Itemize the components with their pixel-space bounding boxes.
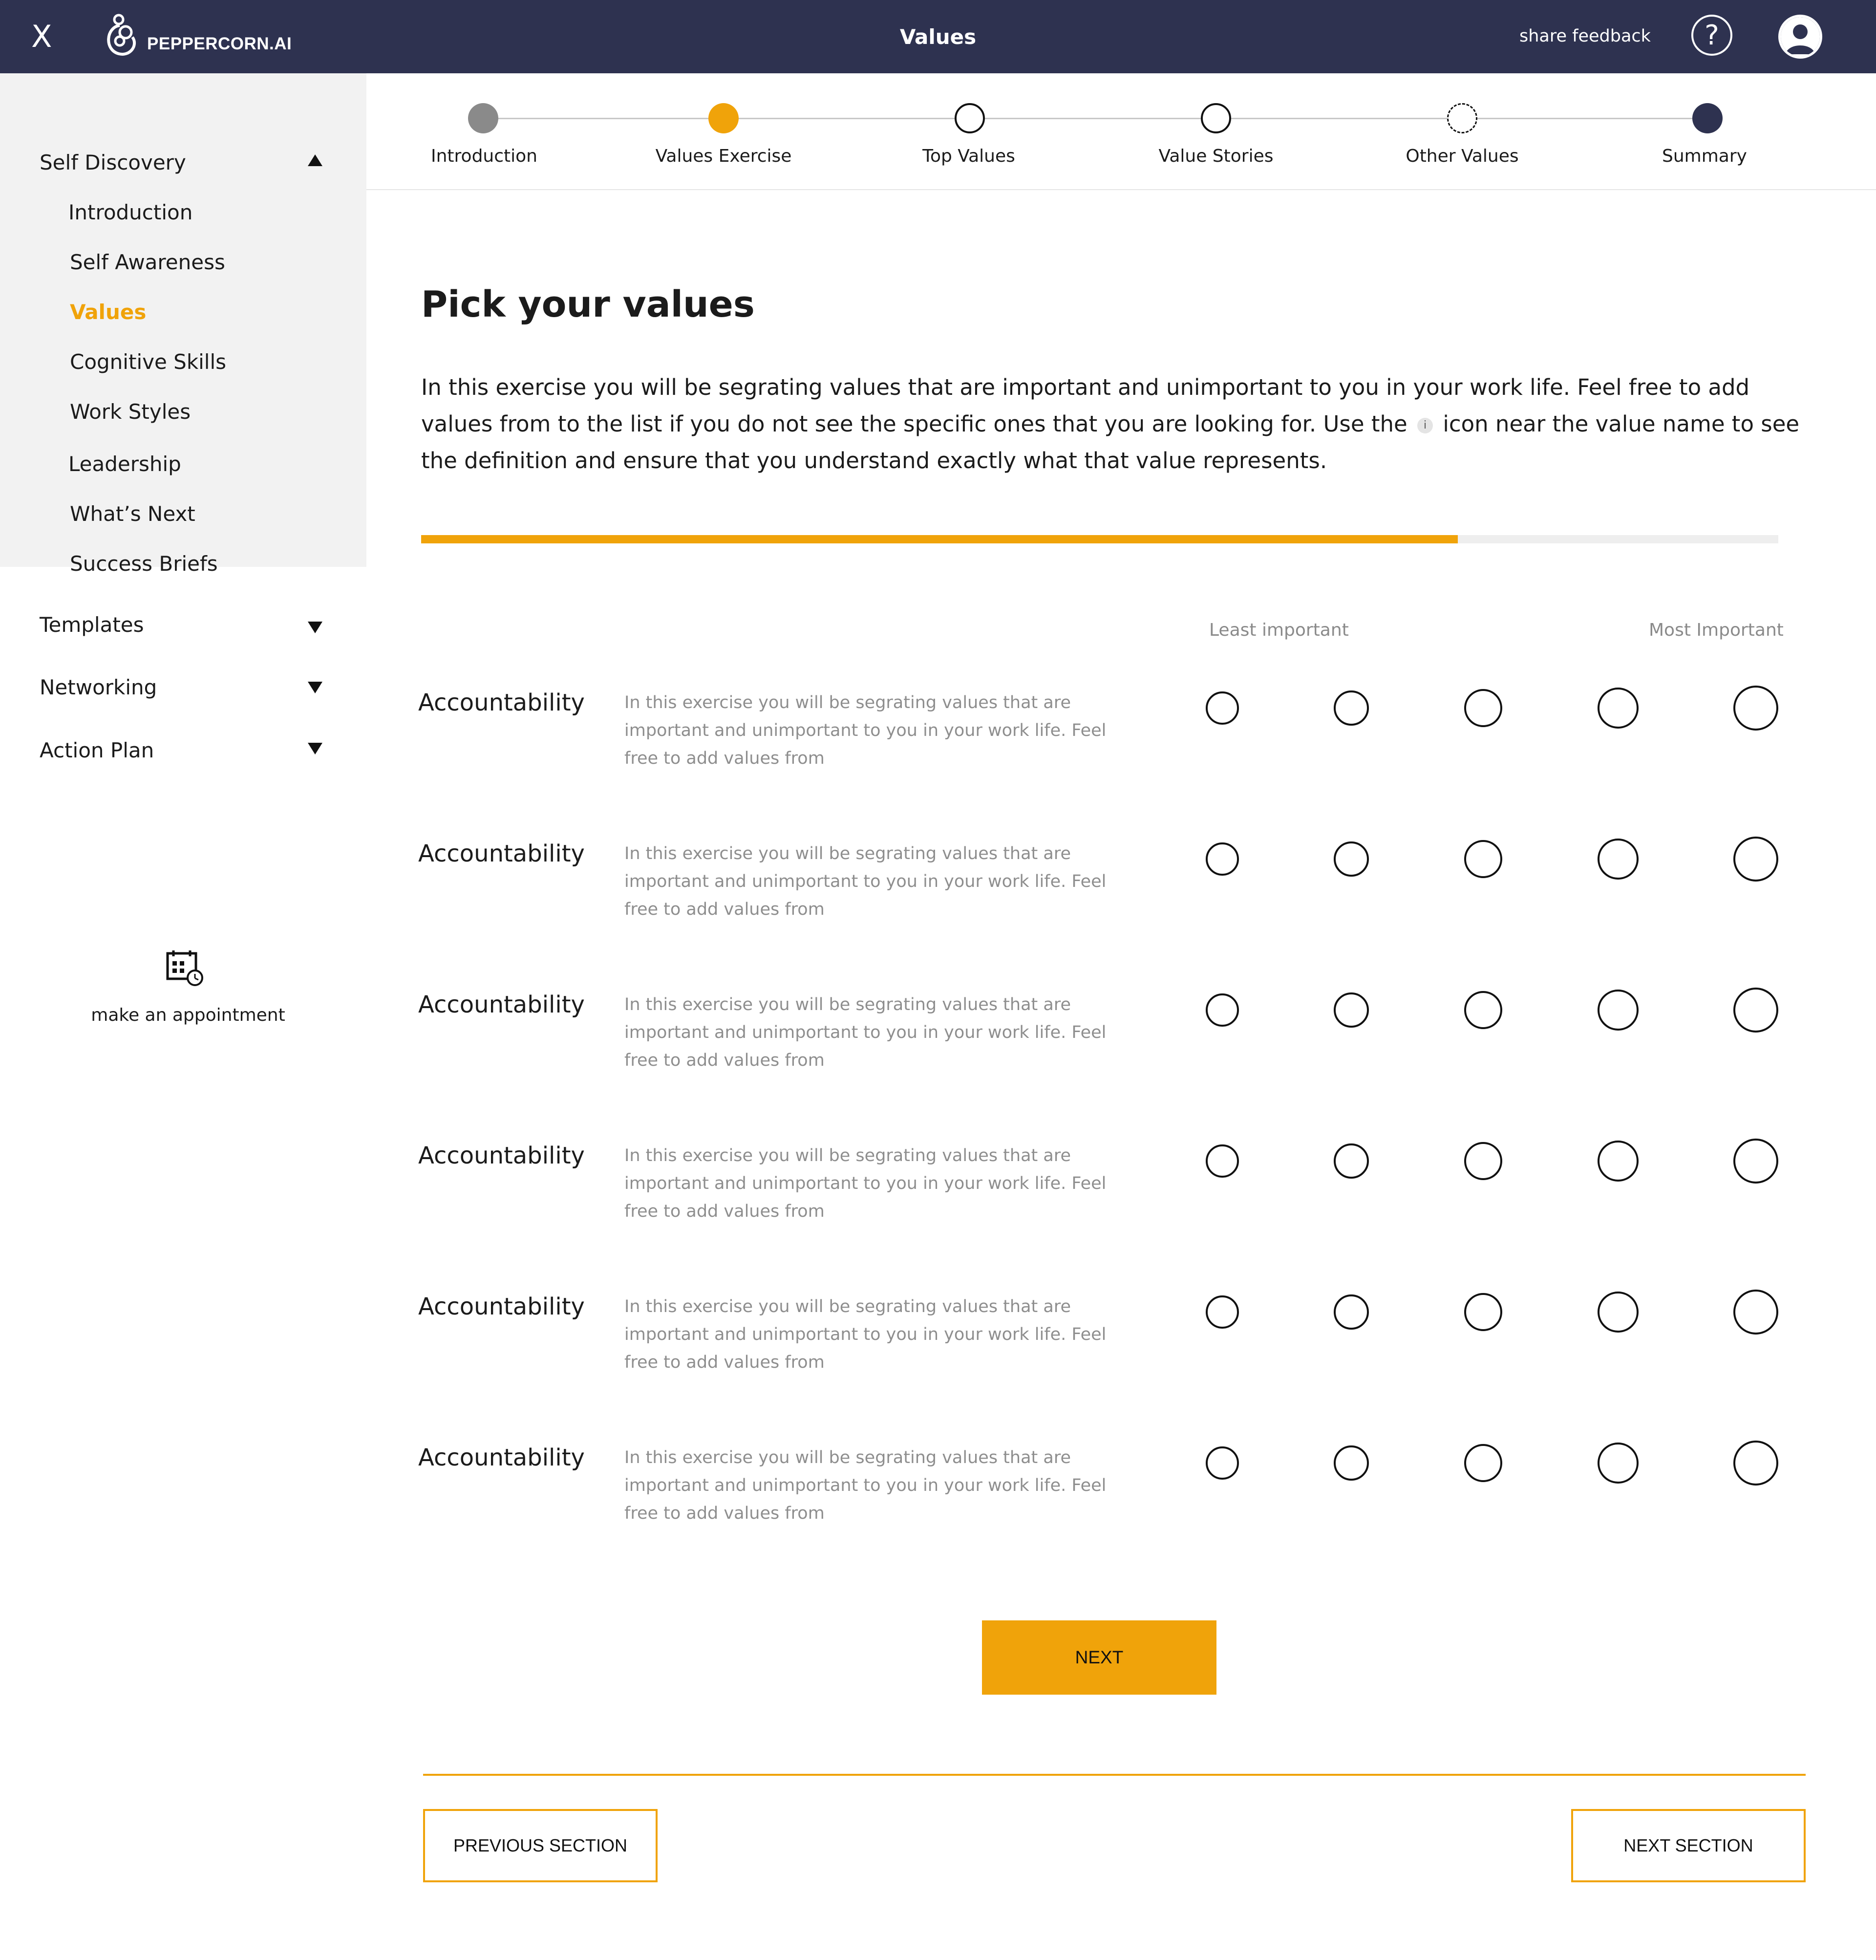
step-label-introduction[interactable]: Introduction (386, 145, 582, 168)
importance-radio-1[interactable] (1206, 993, 1239, 1027)
sidebar-item-leadership[interactable]: Leadership (68, 452, 181, 477)
help-icon[interactable]: ? (1691, 15, 1732, 56)
progress-bar (421, 535, 1778, 543)
user-avatar-icon[interactable] (1778, 15, 1822, 59)
value-name: Accountability (418, 1293, 585, 1320)
sidebar-section-action-plan[interactable]: Action Plan (40, 738, 154, 763)
chevron-down-icon[interactable] (308, 682, 322, 693)
value-name: Accountability (418, 1142, 585, 1169)
step-label-values-exercise[interactable]: Values Exercise (626, 145, 821, 168)
top-bar: X PEPPERCORN.AI Values share feedback ? (0, 0, 1876, 73)
step-dot-value-stories[interactable] (1201, 103, 1231, 133)
section-divider (423, 1774, 1806, 1776)
importance-radio-5[interactable] (1733, 988, 1778, 1033)
importance-radio-3[interactable] (1464, 991, 1502, 1029)
importance-radio-2[interactable] (1334, 1445, 1369, 1481)
importance-radio-2[interactable] (1334, 992, 1369, 1028)
importance-radio-2[interactable] (1334, 1294, 1369, 1330)
info-icon: i (1417, 418, 1433, 433)
step-dot-top-values[interactable] (955, 103, 985, 133)
importance-radio-2[interactable] (1334, 1143, 1369, 1179)
importance-radio-1[interactable] (1206, 842, 1239, 876)
sidebar-item-introduction[interactable]: Introduction (68, 200, 192, 225)
user-silhouette (1781, 17, 1820, 56)
importance-radio-4[interactable] (1598, 839, 1639, 880)
progress-bar-fill (421, 535, 1458, 543)
importance-radio-2[interactable] (1334, 841, 1369, 877)
importance-radio-4[interactable] (1598, 990, 1639, 1031)
intro-text: In this exercise you will be segrating v… (421, 369, 1813, 479)
importance-radio-3[interactable] (1464, 840, 1502, 878)
step-label-other-values[interactable]: Other Values (1364, 145, 1560, 168)
chevron-up-icon[interactable] (308, 154, 322, 166)
sidebar-section-self-discovery[interactable]: Self Discovery (40, 150, 186, 175)
importance-radio-4[interactable] (1598, 1292, 1639, 1333)
sidebar-section-networking[interactable]: Networking (40, 675, 157, 700)
importance-radio-1[interactable] (1206, 1446, 1239, 1480)
importance-radio-3[interactable] (1464, 1444, 1502, 1482)
next-button[interactable]: NEXT (982, 1620, 1216, 1695)
stepper-line (484, 118, 1707, 119)
scale-label-most: Most Important (1649, 620, 1784, 640)
importance-radio-5[interactable] (1733, 1290, 1778, 1335)
importance-radio-1[interactable] (1206, 691, 1239, 725)
importance-radio-3[interactable] (1464, 689, 1502, 727)
value-description: In this exercise you will be segrating v… (624, 693, 1107, 768)
importance-radio-4[interactable] (1598, 1443, 1639, 1484)
importance-radio-4[interactable] (1598, 688, 1639, 729)
sidebar-item-work-styles[interactable]: Work Styles (70, 399, 191, 425)
stepper-divider (366, 189, 1876, 190)
value-name: Accountability (418, 1444, 585, 1471)
sidebar-item-cognitive-skills[interactable]: Cognitive Skills (70, 349, 226, 375)
section-heading: Pick your values (421, 283, 755, 325)
sidebar-section-templates[interactable]: Templates (40, 612, 144, 638)
appointment-button[interactable] (151, 934, 217, 1000)
importance-radio-5[interactable] (1733, 686, 1778, 731)
sidebar-item-values[interactable]: Values (70, 300, 146, 325)
value-description: In this exercise you will be segrating v… (624, 1448, 1107, 1523)
importance-radio-1[interactable] (1206, 1144, 1239, 1178)
step-dot-introduction[interactable] (468, 103, 498, 133)
importance-radio-3[interactable] (1464, 1293, 1502, 1331)
scale-label-least: Least important (1209, 620, 1349, 640)
importance-radio-5[interactable] (1733, 837, 1778, 882)
importance-radio-1[interactable] (1206, 1295, 1239, 1329)
sidebar-item-self-awareness[interactable]: Self Awareness (70, 250, 225, 275)
importance-radio-3[interactable] (1464, 1142, 1502, 1180)
sidebar-item-success-briefs[interactable]: Success Briefs (70, 551, 218, 577)
chevron-down-icon[interactable] (308, 622, 322, 633)
value-description: In this exercise you will be segrating v… (624, 995, 1107, 1070)
sidebar (0, 73, 366, 567)
step-dot-values-exercise[interactable] (708, 103, 739, 133)
value-name: Accountability (418, 991, 585, 1018)
value-description: In this exercise you will be segrating v… (624, 1146, 1107, 1221)
previous-section-button[interactable]: PREVIOUS SECTION (423, 1809, 658, 1882)
importance-radio-2[interactable] (1334, 690, 1369, 726)
value-name: Accountability (418, 689, 585, 716)
next-section-button[interactable]: NEXT SECTION (1571, 1809, 1806, 1882)
importance-radio-5[interactable] (1733, 1139, 1778, 1184)
step-label-summary[interactable]: Summary (1607, 145, 1802, 168)
appointment-label[interactable]: make an appointment (0, 1004, 376, 1027)
importance-radio-4[interactable] (1598, 1141, 1639, 1182)
value-name: Accountability (418, 840, 585, 867)
chevron-down-icon[interactable] (308, 743, 322, 754)
share-feedback-link[interactable]: share feedback (1519, 25, 1651, 47)
value-description: In this exercise you will be segrating v… (624, 844, 1107, 919)
step-label-top-values[interactable]: Top Values (871, 145, 1066, 168)
step-dot-other-values[interactable] (1447, 103, 1477, 133)
sidebar-item-whats-next[interactable]: What’s Next (70, 501, 195, 527)
step-label-value-stories[interactable]: Value Stories (1118, 145, 1314, 168)
value-description: In this exercise you will be segrating v… (624, 1297, 1107, 1372)
calendar-clock-icon (166, 950, 203, 986)
importance-radio-5[interactable] (1733, 1441, 1778, 1486)
step-dot-summary[interactable] (1692, 103, 1723, 133)
